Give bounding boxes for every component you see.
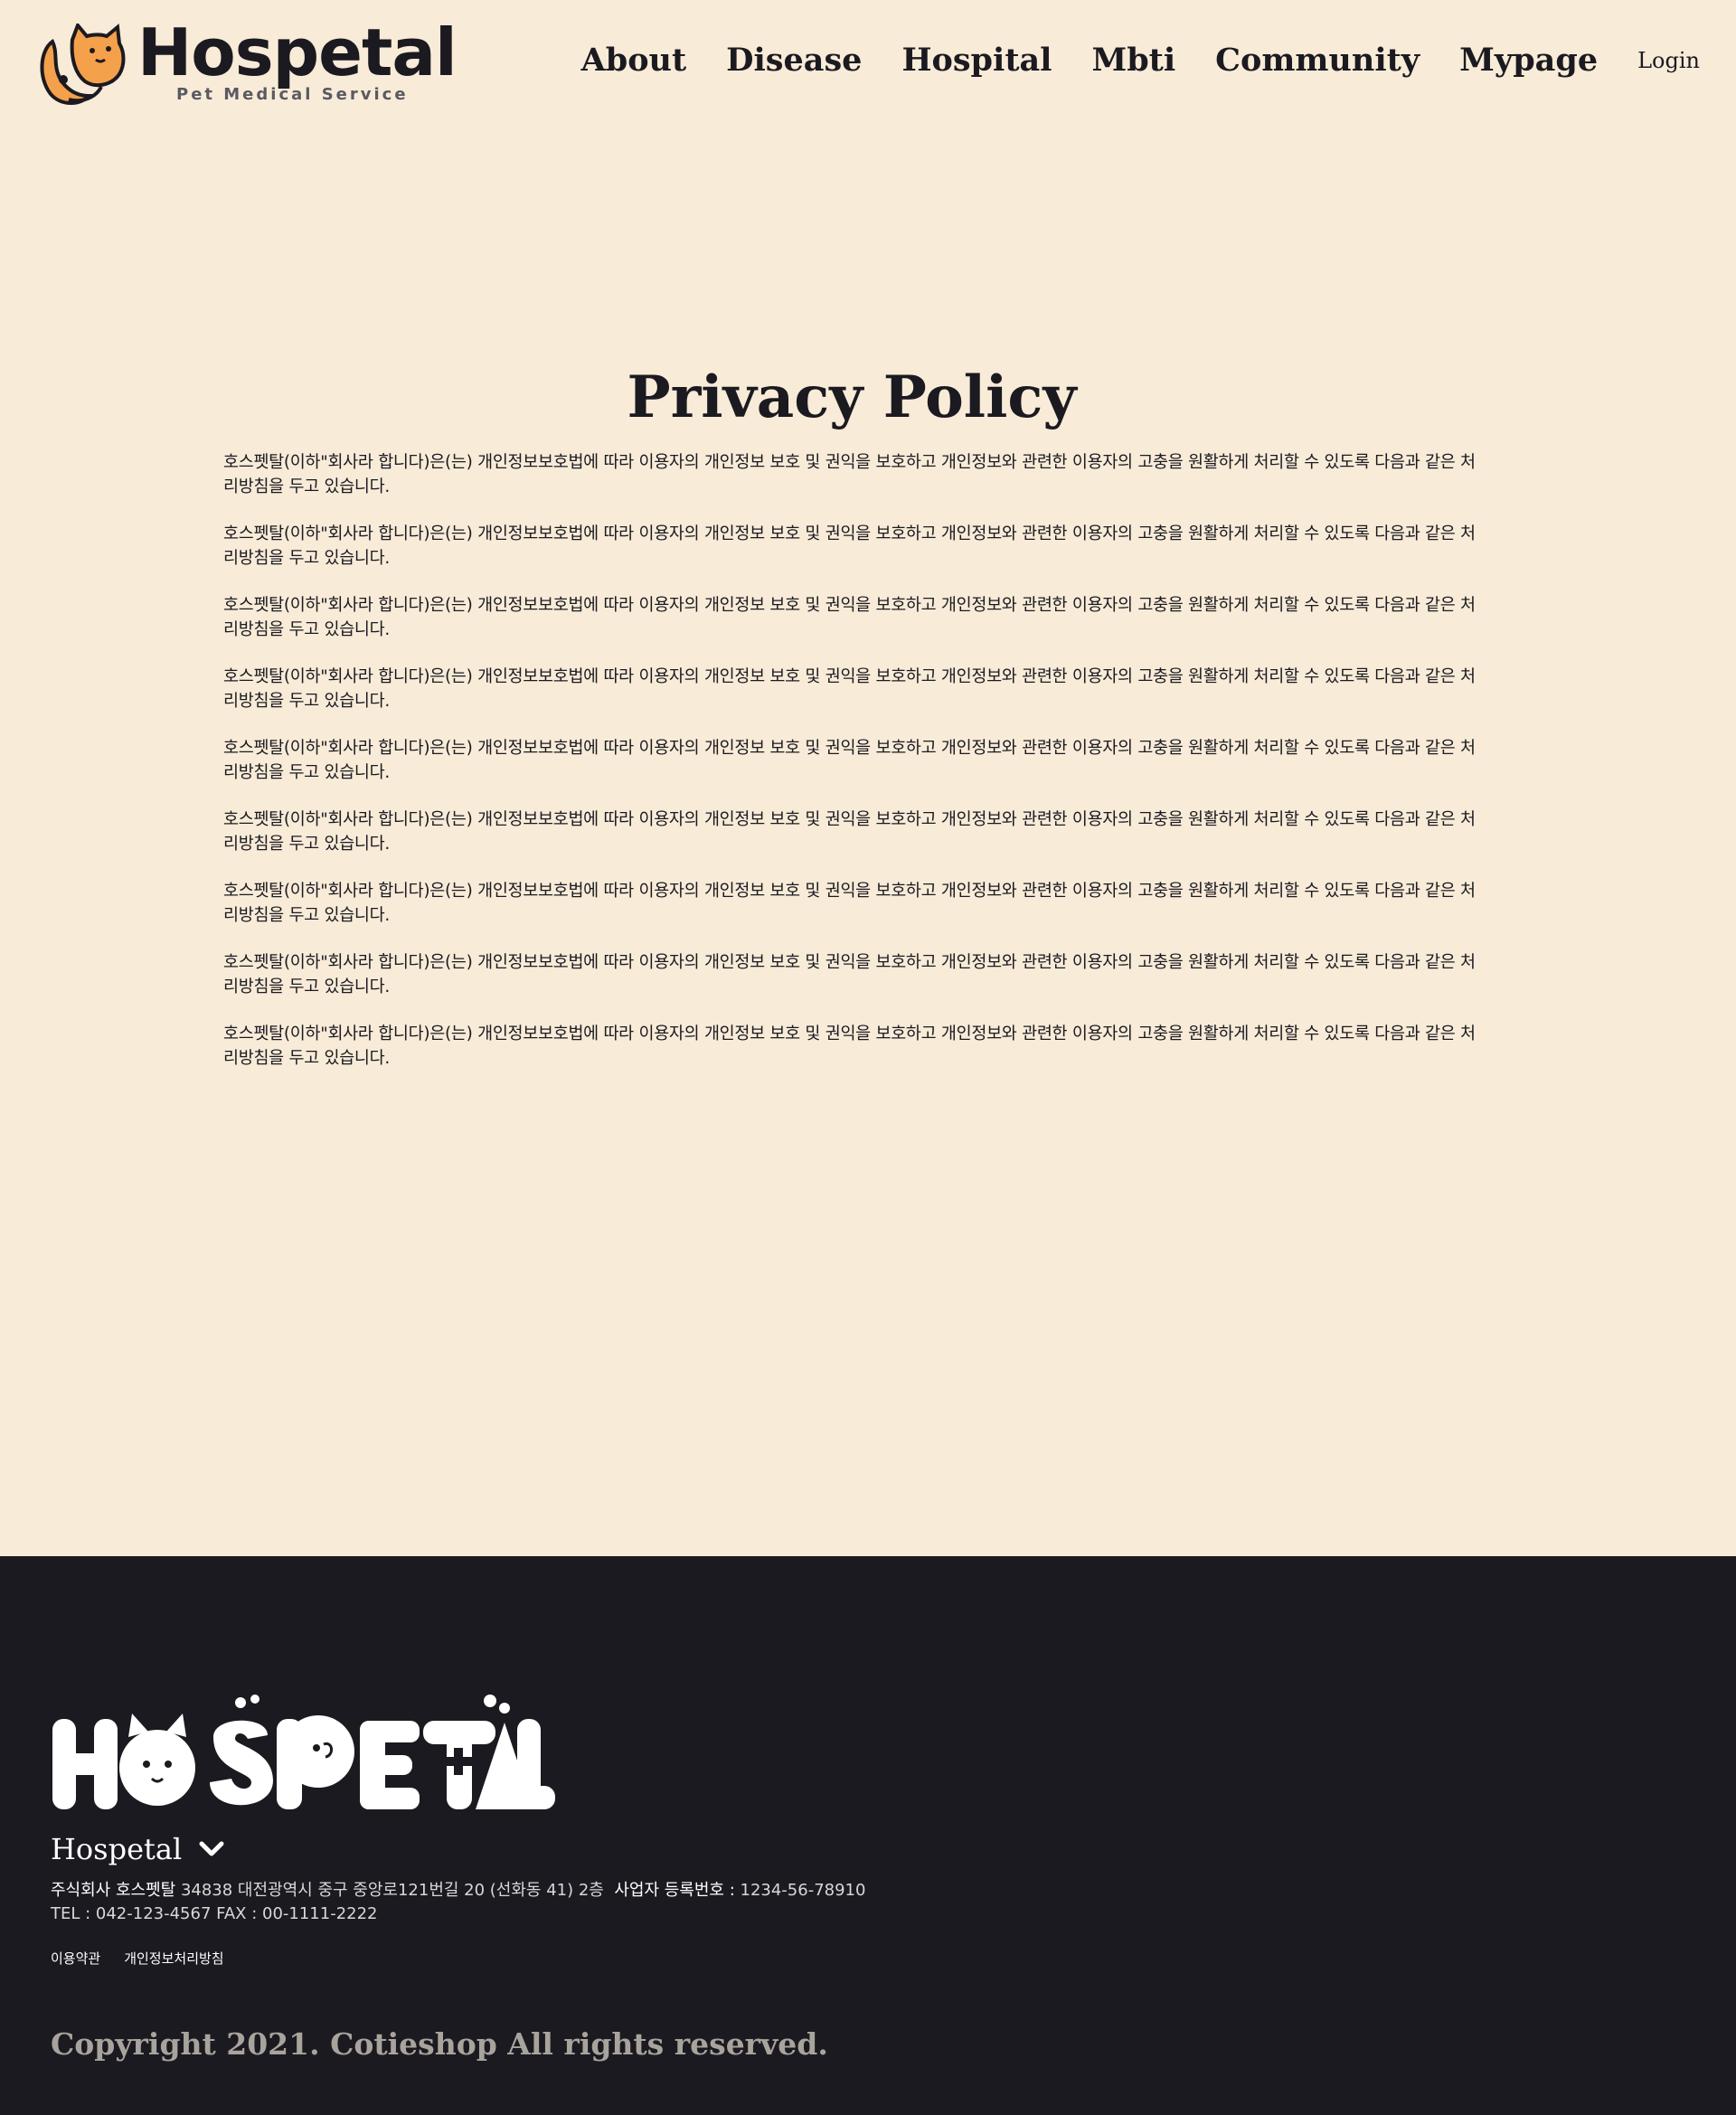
policy-paragraph: 호스펫탈(이하"회사라 합니다)은(는) 개인정보보호법에 따라 이용자의 개인… bbox=[223, 596, 1476, 639]
company-info: 주식회사 호스펫탈 34838 대전광역시 중구 중앙로121번길 20 (선화… bbox=[51, 1879, 865, 1926]
privacy-policy-content: Privacy Policy 호스펫탈(이하"회사라 합니다)은(는) 개인정보… bbox=[223, 362, 1480, 1093]
nav-item-mypage[interactable]: Mypage bbox=[1459, 42, 1598, 79]
chevron-down-icon bbox=[199, 1841, 224, 1856]
login-link[interactable]: Login bbox=[1637, 48, 1700, 73]
business-number: 1234-56-78910 bbox=[740, 1881, 866, 1900]
site-header: Hospetal Pet Medical Service About Disea… bbox=[0, 0, 1736, 136]
logo-wordmark: Hospetal bbox=[137, 14, 458, 90]
nav-item-mbti[interactable]: Mbti bbox=[1091, 42, 1175, 79]
company-name: 주식회사 호스펫탈 bbox=[51, 1881, 176, 1900]
nav-item-community[interactable]: Community bbox=[1215, 42, 1420, 79]
policy-paragraph: 호스펫탈(이하"회사라 합니다)은(는) 개인정보보호법에 따라 이용자의 개인… bbox=[223, 524, 1476, 568]
footer-brand-dropdown[interactable]: Hospetal bbox=[51, 1832, 225, 1866]
copyright-text: Copyright 2021. Cotieshop All rights res… bbox=[51, 2026, 828, 2062]
terms-link[interactable]: 이용약관 bbox=[51, 1949, 100, 1968]
policy-paragraph: 호스펫탈(이하"회사라 합니다)은(는) 개인정보보호법에 따라 이용자의 개인… bbox=[223, 882, 1476, 925]
business-number-label: 사업자 등록번호 : bbox=[614, 1881, 735, 1900]
policy-paragraph: 호스펫탈(이하"회사라 합니다)은(는) 개인정보보호법에 따라 이용자의 개인… bbox=[223, 953, 1476, 996]
footer-brand-name: Hospetal bbox=[51, 1832, 183, 1866]
logo-subtitle: Pet Medical Service bbox=[176, 85, 409, 104]
footer-logo-icon bbox=[52, 1695, 555, 1809]
company-address: 34838 대전광역시 중구 중앙로121번길 20 (선화동 41) 2층 bbox=[180, 1881, 604, 1900]
nav-item-about[interactable]: About bbox=[581, 42, 687, 79]
policy-paragraph: 호스펫탈(이하"회사라 합니다)은(는) 개인정보보호법에 따라 이용자의 개인… bbox=[223, 453, 1476, 496]
policy-paragraph: 호스펫탈(이하"회사라 합니다)은(는) 개인정보보호법에 따라 이용자의 개인… bbox=[223, 739, 1476, 782]
main-nav: About Disease Hospital Mbti Community My… bbox=[542, 42, 1700, 79]
policy-paragraph: 호스펫탈(이하"회사라 합니다)은(는) 개인정보보호법에 따라 이용자의 개인… bbox=[223, 1024, 1476, 1068]
contact-line: TEL : 042-123-4567 FAX : 00-1111-2222 bbox=[51, 1904, 378, 1923]
page-title: Privacy Policy bbox=[627, 364, 1077, 431]
site-footer: Hospetal 주식회사 호스펫탈 34838 대전광역시 중구 중앙로121… bbox=[0, 1556, 1736, 2115]
footer-links: 이용약관 개인정보처리방침 bbox=[51, 1949, 248, 1968]
policy-paragraph: 호스펫탈(이하"회사라 합니다)은(는) 개인정보보호법에 따라 이용자의 개인… bbox=[223, 810, 1476, 854]
privacy-policy-link[interactable]: 개인정보처리방침 bbox=[124, 1949, 223, 1968]
nav-item-hospital[interactable]: Hospital bbox=[901, 42, 1052, 79]
site-logo[interactable]: Hospetal Pet Medical Service bbox=[36, 20, 458, 107]
nav-item-disease[interactable]: Disease bbox=[726, 42, 862, 79]
pet-logo-icon bbox=[40, 24, 126, 105]
policy-paragraph: 호스펫탈(이하"회사라 합니다)은(는) 개인정보보호법에 따라 이용자의 개인… bbox=[223, 667, 1476, 711]
company-address-line: 주식회사 호스펫탈 34838 대전광역시 중구 중앙로121번길 20 (선화… bbox=[51, 1879, 865, 1903]
